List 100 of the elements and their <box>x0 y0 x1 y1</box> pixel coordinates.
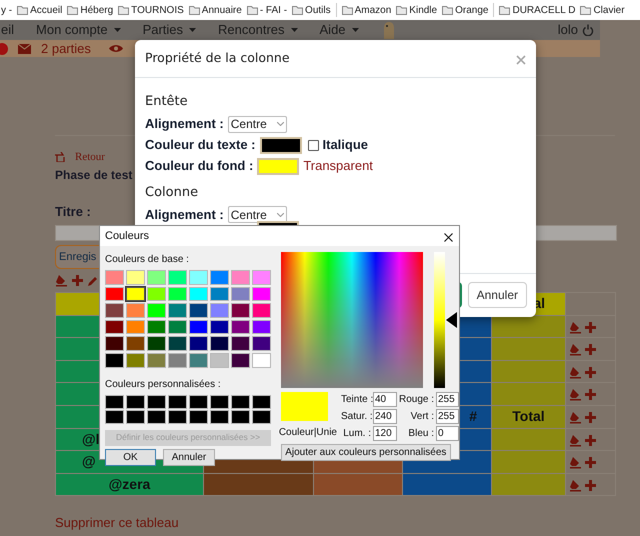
plus-icon[interactable] <box>585 457 596 468</box>
color-swatch[interactable] <box>126 320 145 334</box>
bookmark-link[interactable]: Kindle <box>409 2 438 18</box>
color-swatch[interactable] <box>147 270 166 285</box>
color-swatch[interactable] <box>126 286 145 302</box>
color-swatch[interactable] <box>168 303 187 318</box>
color-swatch[interactable] <box>189 286 208 302</box>
color-swatch[interactable] <box>252 303 271 318</box>
color-swatch[interactable] <box>260 136 302 154</box>
color-swatch[interactable] <box>147 303 166 318</box>
cancel-button[interactable]: Annuler <box>163 448 215 466</box>
bookmark-link[interactable]: Clavier <box>593 2 625 18</box>
color-swatch[interactable] <box>147 410 166 424</box>
plus-icon[interactable] <box>72 275 83 286</box>
caret-icon[interactable] <box>189 28 196 32</box>
caret-icon[interactable] <box>114 28 121 32</box>
bookmark-link[interactable]: - FAI - <box>260 2 288 18</box>
color-swatch[interactable] <box>189 410 208 424</box>
color-swatch[interactable] <box>210 270 229 285</box>
color-swatch[interactable] <box>257 158 300 174</box>
color-swatch[interactable] <box>189 303 208 318</box>
add-custom-color-button[interactable]: Ajouter aux couleurs personnalisées <box>280 444 451 461</box>
hand-icon[interactable] <box>55 152 67 162</box>
color-swatch[interactable] <box>105 270 124 285</box>
color-swatch[interactable] <box>168 320 187 334</box>
eraser-icon[interactable] <box>569 456 582 470</box>
color-swatch[interactable] <box>231 270 250 285</box>
color-swatch[interactable] <box>252 394 271 409</box>
power-icon[interactable] <box>582 24 594 36</box>
color-swatch[interactable] <box>252 336 271 351</box>
luminance-slider[interactable] <box>434 252 457 388</box>
eraser-icon[interactable] <box>569 366 582 379</box>
eraser-icon[interactable] <box>569 343 582 356</box>
bookmark-link[interactable]: Orange <box>455 2 488 18</box>
color-swatch[interactable] <box>105 394 124 409</box>
color-swatch[interactable] <box>126 336 145 351</box>
color-swatch[interactable] <box>210 320 229 334</box>
color-swatch[interactable] <box>189 352 208 368</box>
color-swatch[interactable] <box>252 286 271 302</box>
color-swatch[interactable] <box>126 303 145 318</box>
color-swatch[interactable] <box>126 352 145 368</box>
color-swatch[interactable] <box>168 352 187 368</box>
eraser-icon[interactable] <box>569 411 582 424</box>
color-swatch[interactable] <box>147 320 166 334</box>
color-spectrum[interactable] <box>280 252 423 388</box>
alignment-select[interactable]: Centre <box>228 116 287 132</box>
color-swatch[interactable] <box>147 286 166 302</box>
color-swatch[interactable] <box>168 270 187 285</box>
number-field[interactable]: 255 <box>436 409 459 424</box>
color-swatch[interactable] <box>147 352 166 368</box>
number-field[interactable]: 255 <box>436 392 459 407</box>
number-field[interactable]: 240 <box>373 409 397 424</box>
color-swatch[interactable] <box>252 270 271 285</box>
eraser-icon[interactable] <box>569 320 582 334</box>
envelope-icon[interactable] <box>18 44 31 54</box>
color-swatch[interactable] <box>252 320 271 334</box>
transparent-link[interactable]: Transparent <box>303 156 373 176</box>
color-swatch[interactable] <box>189 394 208 409</box>
color-swatch[interactable] <box>231 320 250 334</box>
bookmark-link[interactable]: TOURNOIS <box>131 2 184 18</box>
color-swatch[interactable] <box>168 286 187 302</box>
color-swatch[interactable] <box>210 410 229 424</box>
color-swatch[interactable] <box>252 352 271 368</box>
caret-icon[interactable] <box>352 28 359 32</box>
eraser-icon[interactable] <box>569 434 582 447</box>
eraser-icon[interactable] <box>569 478 582 492</box>
color-swatch[interactable] <box>231 336 250 351</box>
plus-icon[interactable] <box>585 322 596 333</box>
eraser-icon[interactable] <box>569 388 582 402</box>
plus-icon[interactable] <box>585 434 596 446</box>
color-swatch[interactable] <box>210 286 229 302</box>
color-swatch[interactable] <box>189 320 208 334</box>
bookmark-link[interactable]: Héberg <box>80 2 114 18</box>
eye-icon[interactable] <box>108 44 123 53</box>
color-swatch[interactable] <box>147 394 166 409</box>
color-swatch[interactable] <box>252 410 271 424</box>
color-swatch[interactable] <box>231 352 250 368</box>
plus-icon[interactable] <box>585 480 596 491</box>
plus-icon[interactable] <box>585 366 596 378</box>
color-swatch[interactable] <box>168 394 187 409</box>
color-swatch[interactable] <box>231 286 250 302</box>
number-field[interactable]: 0 <box>436 426 459 441</box>
eraser-icon[interactable] <box>55 274 68 287</box>
bookmark-link[interactable]: Accueil <box>30 2 62 18</box>
color-swatch[interactable] <box>210 303 229 318</box>
plus-icon[interactable] <box>585 344 596 356</box>
bookmark-link[interactable]: DURACELL D <box>512 2 576 18</box>
bookmark-link[interactable]: Annuaire <box>202 2 242 18</box>
number-field[interactable]: 120 <box>373 426 397 441</box>
color-swatch[interactable] <box>105 320 124 334</box>
color-swatch[interactable] <box>147 336 166 351</box>
color-swatch[interactable] <box>105 336 124 351</box>
color-swatch[interactable] <box>105 303 124 318</box>
color-swatch[interactable] <box>168 410 187 424</box>
color-swatch[interactable] <box>105 410 124 424</box>
color-swatch[interactable] <box>189 336 208 351</box>
color-swatch[interactable] <box>105 286 124 302</box>
color-swatch[interactable] <box>210 394 229 409</box>
ok-button[interactable]: OK <box>105 448 156 466</box>
color-swatch[interactable] <box>210 352 229 368</box>
